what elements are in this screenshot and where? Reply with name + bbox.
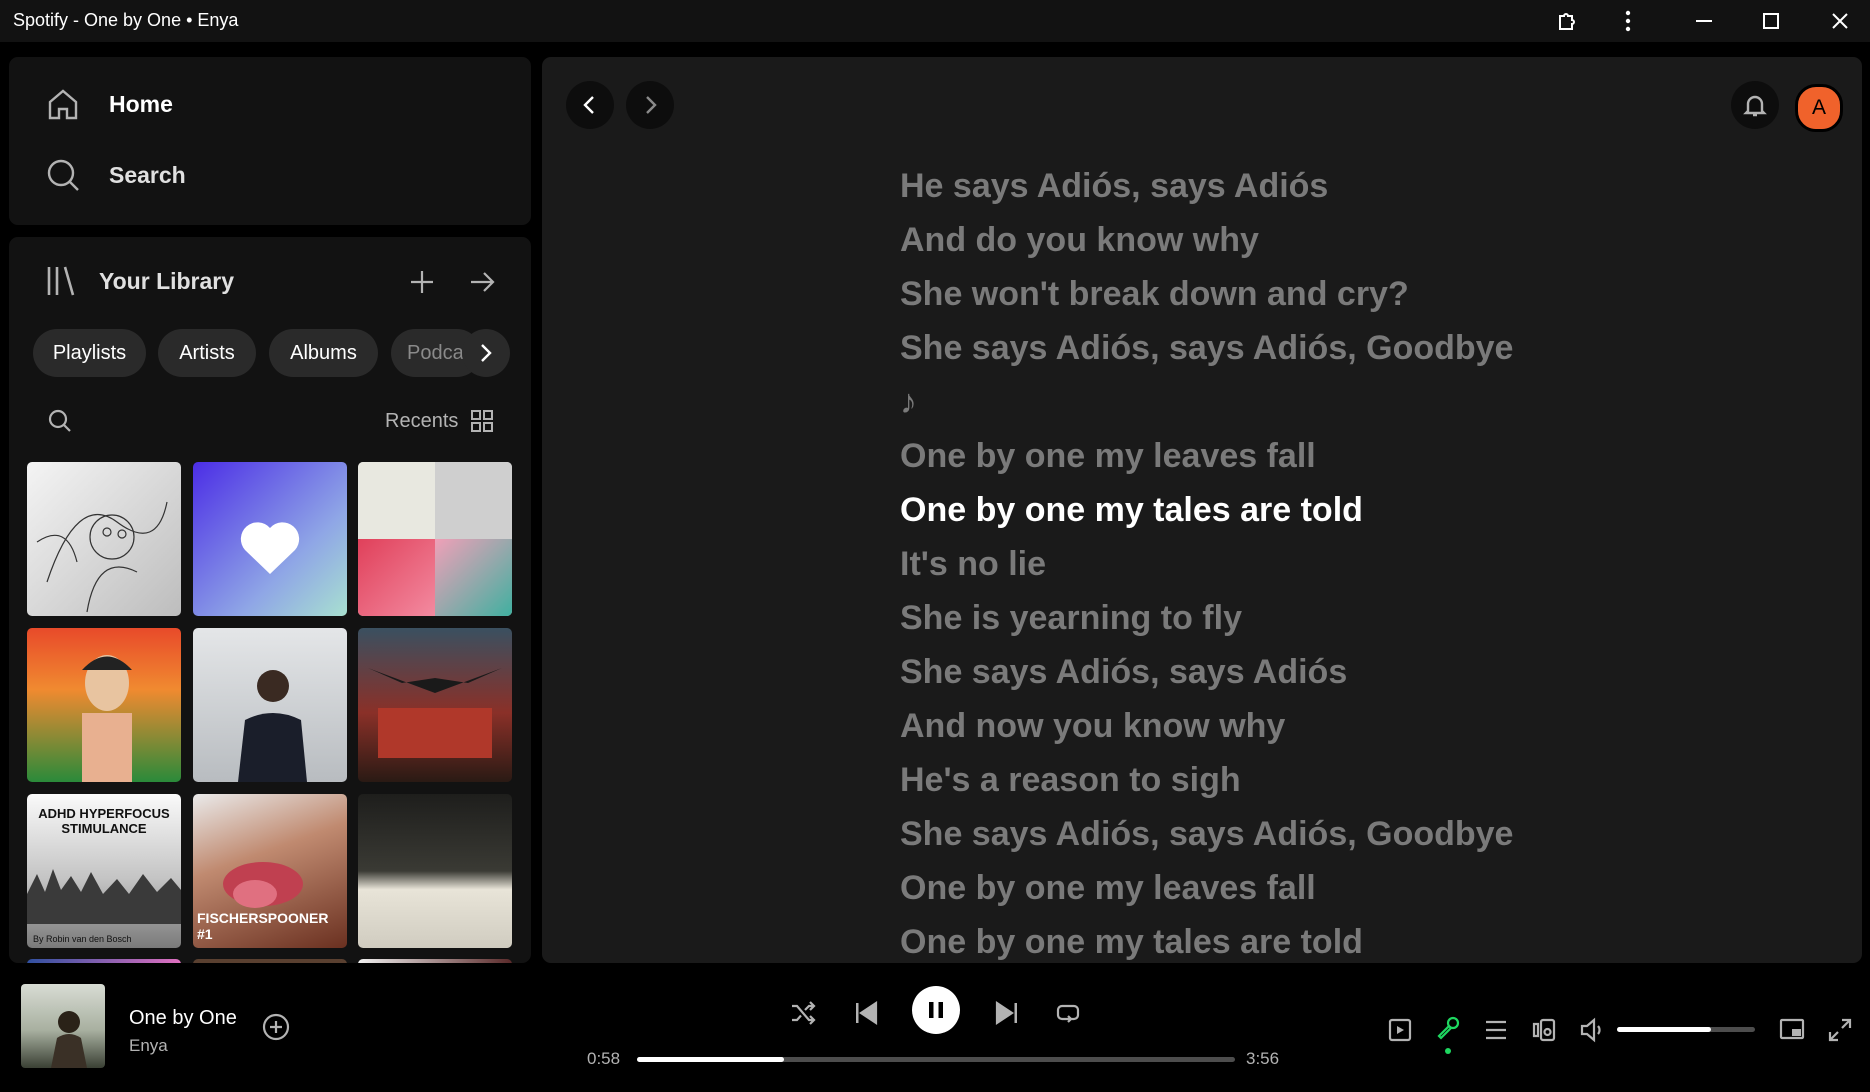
next-icon[interactable]	[992, 998, 1022, 1028]
repeat-icon[interactable]	[1053, 998, 1083, 1028]
chip-playlists[interactable]: Playlists	[33, 329, 146, 377]
lyric-line[interactable]: It's no lie	[900, 537, 1800, 591]
pause-icon	[929, 1002, 943, 1018]
chevron-right-icon	[646, 96, 657, 114]
library-icon	[47, 266, 75, 296]
tile-collage[interactable]	[358, 462, 512, 616]
volume-icon[interactable]	[1577, 1015, 1607, 1045]
volume-fill	[1617, 1027, 1711, 1032]
tile-art-red[interactable]	[27, 628, 181, 782]
shuffle-icon[interactable]	[788, 998, 818, 1028]
tile-adhd[interactable]: ADHD HYPERFOCUS STIMULANCE By Robin van …	[27, 794, 181, 948]
progress-fill	[637, 1057, 784, 1062]
lyrics-container: He says Adiós, says Adiós And do you know…	[900, 159, 1800, 963]
expand-library-icon[interactable]	[465, 265, 499, 299]
lyric-line[interactable]: And do you know why	[900, 213, 1800, 267]
tile-fischerspooner[interactable]: FISCHERSPOONER #1	[193, 794, 347, 948]
extensions-icon[interactable]	[1540, 0, 1596, 42]
library-title: Your Library	[99, 267, 235, 294]
minimize-icon[interactable]	[1676, 0, 1732, 42]
lyric-line[interactable]: She says Adiós, says Adiós	[900, 645, 1800, 699]
close-icon[interactable]	[1812, 0, 1868, 42]
search-icon	[47, 159, 79, 191]
notifications-button[interactable]	[1731, 81, 1779, 129]
library-search-icon[interactable]	[43, 404, 77, 438]
fullscreen-icon[interactable]	[1825, 1015, 1855, 1045]
lyric-line[interactable]: He says Adiós, says Adiós	[900, 159, 1800, 213]
lyric-line-active[interactable]: One by one my tales are told	[900, 483, 1800, 537]
now-playing-cover[interactable]	[21, 984, 105, 1068]
search-link[interactable]: Search	[45, 157, 186, 193]
chevron-left-icon	[583, 96, 594, 114]
lyric-line[interactable]: She won't break down and cry?	[900, 267, 1800, 321]
library-panel: Your Library Playlists Artists Albums Po…	[9, 237, 531, 963]
tile-adhd-title: ADHD HYPERFOCUS STIMULANCE	[38, 806, 170, 836]
lyric-line[interactable]: She says Adiós, says Adiós, Goodbye	[900, 321, 1800, 375]
lyric-line[interactable]: One by one my tales are told	[900, 915, 1800, 963]
lyric-line[interactable]: One by one my leaves fall	[900, 861, 1800, 915]
pause-button[interactable]	[912, 986, 960, 1034]
tile-liked-songs[interactable]	[193, 462, 347, 616]
bell-icon	[1743, 95, 1767, 117]
avatar[interactable]: A	[1795, 84, 1843, 132]
connect-device-icon[interactable]	[1529, 1015, 1559, 1045]
tile-art-eagle[interactable]	[358, 628, 512, 782]
home-label: Home	[109, 90, 173, 117]
heart-icon	[240, 522, 300, 574]
create-playlist-icon[interactable]	[405, 265, 439, 299]
tile-man-portrait[interactable]	[193, 628, 347, 782]
volume-slider[interactable]	[1617, 1027, 1755, 1032]
title-bar: Spotify - One by One • Enya	[0, 0, 1870, 42]
tile-dark-horizon[interactable]	[358, 794, 512, 948]
add-to-library-icon[interactable]	[262, 1012, 290, 1042]
back-button[interactable]	[566, 81, 614, 129]
tile-art-sketch[interactable]	[27, 462, 181, 616]
queue-icon[interactable]	[1481, 1015, 1511, 1045]
sort-label: Recents	[385, 409, 459, 432]
nav-panel: Home Search	[9, 57, 531, 225]
chip-scroll-right-icon[interactable]	[462, 329, 510, 377]
lyric-line[interactable]: She says Adiós, says Adiós, Goodbye	[900, 807, 1800, 861]
player-bar: One by One Enya 0:58 3:56	[0, 963, 1870, 1092]
chip-albums[interactable]: Albums	[269, 329, 378, 377]
now-playing-artist[interactable]: Enya	[129, 1036, 168, 1056]
lyrics-active-dot	[1445, 1048, 1451, 1054]
now-playing-title[interactable]: One by One	[129, 1007, 237, 1030]
now-playing-view-icon[interactable]	[1385, 1015, 1415, 1045]
lyric-line[interactable]: He's a reason to sigh	[900, 753, 1800, 807]
grid-view-icon	[471, 410, 494, 432]
lyric-line[interactable]: She is yearning to fly	[900, 591, 1800, 645]
miniplayer-icon[interactable]	[1777, 1015, 1807, 1045]
more-options-icon[interactable]	[1600, 0, 1656, 42]
elapsed-time: 0:58	[587, 1049, 621, 1068]
lyric-line[interactable]: ♪	[900, 375, 1800, 429]
sort-recents-button[interactable]: Recents	[385, 409, 494, 433]
maximize-icon[interactable]	[1743, 0, 1799, 42]
lyrics-icon[interactable]	[1433, 1013, 1463, 1043]
window-title: Spotify - One by One • Enya	[13, 10, 239, 30]
lyric-line[interactable]: And now you know why	[900, 699, 1800, 753]
home-icon	[48, 89, 78, 120]
previous-icon[interactable]	[851, 998, 881, 1028]
your-library-button[interactable]: Your Library	[45, 263, 234, 299]
forward-button[interactable]	[626, 81, 674, 129]
progress-bar[interactable]	[637, 1057, 1235, 1062]
tile-adhd-byline: By Robin van den Bosch	[33, 934, 132, 944]
chip-artists[interactable]: Artists	[158, 329, 256, 377]
search-label: Search	[109, 161, 186, 188]
tile-fischer-title: FISCHERSPOONER #1	[197, 910, 329, 942]
home-link[interactable]: Home	[45, 86, 173, 122]
main-panel: A He says Adiós, says Adiós And do you kn…	[542, 57, 1862, 963]
duration-time: 3:56	[1246, 1049, 1280, 1068]
lyric-line[interactable]: One by one my leaves fall	[900, 429, 1800, 483]
